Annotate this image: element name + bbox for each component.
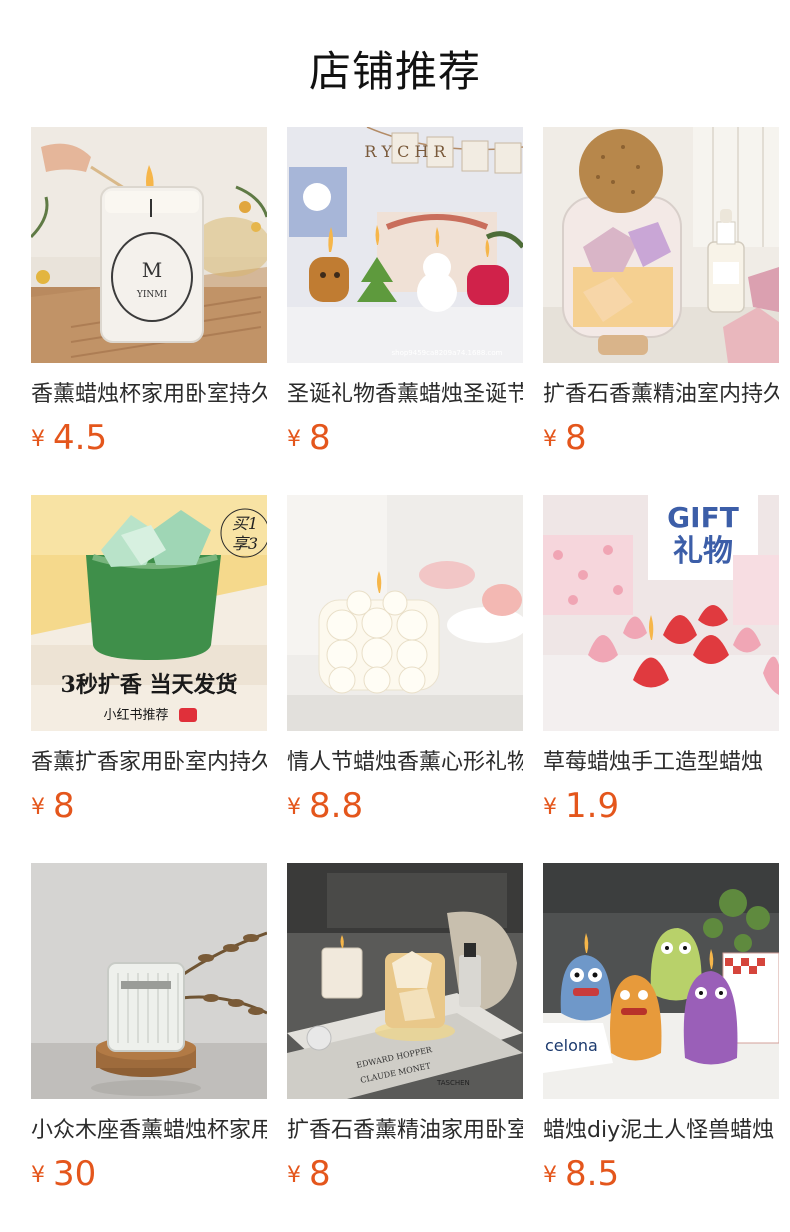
product-image[interactable] — [287, 495, 523, 731]
gift-cn-text: 礼物 — [673, 534, 733, 569]
image-headline: 3秒扩香 当天发货 — [61, 672, 238, 698]
store-recommendations-page: 店铺推荐 M YINMI 香薰蜡烛杯家用卧室持久 ¥ 4.5 R Y C H R… — [0, 0, 790, 1232]
product-image[interactable]: 买1 享3 3秒扩香 当天发货 小红书推荐 — [31, 495, 267, 731]
product-card[interactable]: 扩香石香薰精油室内持久 ¥8 — [543, 127, 779, 495]
price-value: 8.5 — [565, 1154, 620, 1194]
product-price: ¥8 — [31, 786, 267, 826]
product-name[interactable]: 小众木座香薰蜡烛杯家用 — [31, 1116, 267, 1146]
currency-symbol: ¥ — [287, 427, 301, 452]
price-value: 30 — [53, 1154, 97, 1194]
product-card[interactable]: 小众木座香薰蜡烛杯家用 ¥30 — [31, 863, 267, 1231]
price-value: 4.5 — [53, 418, 108, 458]
product-image[interactable] — [31, 863, 267, 1099]
product-name[interactable]: 扩香石香薰精油室内持久 — [543, 380, 779, 410]
currency-symbol: ¥ — [287, 1163, 301, 1188]
product-price: ¥8 — [287, 1154, 523, 1194]
product-card[interactable]: R Y C H R shop9459ca8209a74.1688.com 圣诞礼… — [287, 127, 523, 495]
product-name[interactable]: 草莓蜡烛手工造型蜡烛 — [543, 748, 779, 778]
product-name[interactable]: 香薰扩香家用卧室内持久 — [31, 748, 267, 778]
price-value: 1.9 — [565, 786, 620, 826]
currency-symbol: ¥ — [31, 427, 45, 452]
product-card[interactable]: 情人节蜡烛香薰心形礼物 ¥8.8 — [287, 495, 523, 863]
currency-symbol: ¥ — [287, 795, 301, 820]
price-value: 8 — [309, 1154, 331, 1194]
watermark-text: shop9459ca8209a74.1688.com — [392, 349, 503, 357]
product-price: ¥1.9 — [543, 786, 779, 826]
product-price: ¥30 — [31, 1154, 267, 1194]
product-price: ¥4.5 — [31, 418, 267, 458]
product-image[interactable] — [543, 127, 779, 363]
price-value: 8.8 — [309, 786, 364, 826]
product-card[interactable]: 买1 享3 3秒扩香 当天发货 小红书推荐 香薰扩香家用卧室内持久 ¥8 — [31, 495, 267, 863]
currency-symbol: ¥ — [543, 795, 557, 820]
price-value: 8 — [565, 418, 587, 458]
currency-symbol: ¥ — [543, 1163, 557, 1188]
price-value: 8 — [53, 786, 75, 826]
book-spine-text: celona — [545, 1036, 598, 1055]
product-price: ¥8.8 — [287, 786, 523, 826]
price-value: 8 — [309, 418, 331, 458]
currency-symbol: ¥ — [31, 1163, 45, 1188]
gift-text: GIFT — [667, 501, 739, 534]
product-name[interactable]: 情人节蜡烛香薰心形礼物 — [287, 748, 523, 778]
banner-text: R Y C H R — [364, 142, 446, 161]
book-title-3: TASCHEN — [436, 1079, 470, 1087]
product-name[interactable]: 扩香石香薰精油家用卧室 — [287, 1116, 523, 1146]
image-footer: 小红书推荐 — [103, 707, 168, 723]
currency-symbol: ¥ — [543, 427, 557, 452]
product-image[interactable]: M YINMI — [31, 127, 267, 363]
currency-symbol: ¥ — [31, 795, 45, 820]
product-image[interactable]: EDWARD HOPPER CLAUDE MONET TASCHEN — [287, 863, 523, 1099]
product-card[interactable]: GIFT 礼物 草莓蜡烛手工造型蜡烛 ¥ 1.9 — [543, 495, 779, 863]
product-image[interactable]: celona — [543, 863, 779, 1099]
badge-line2: 享3 — [232, 534, 258, 553]
badge-line1: 买1 — [232, 514, 258, 533]
product-price: ¥8.5 — [543, 1154, 779, 1194]
product-name[interactable]: 香薰蜡烛杯家用卧室持久 — [31, 380, 267, 410]
label-brand: YINMI — [136, 290, 168, 300]
product-price: ¥8 — [287, 418, 523, 458]
product-image[interactable]: GIFT 礼物 — [543, 495, 779, 731]
product-name[interactable]: 蜡烛diy泥土人怪兽蜡烛 — [543, 1116, 779, 1146]
product-card[interactable]: EDWARD HOPPER CLAUDE MONET TASCHEN 扩香石香薰… — [287, 863, 523, 1231]
product-card[interactable]: M YINMI 香薰蜡烛杯家用卧室持久 ¥4.5 — [31, 127, 267, 495]
product-name[interactable]: 圣诞礼物香薰蜡烛圣诞节 — [287, 380, 523, 410]
section-title: 店铺推荐 — [308, 47, 481, 96]
product-image[interactable]: R Y C H R shop9459ca8209a74.1688.com — [287, 127, 523, 363]
product-card[interactable]: celona 蜡烛diy泥土人怪兽蜡烛 ¥ 8.5 — [543, 863, 779, 1231]
label-logo: M — [142, 258, 162, 282]
product-grid: M YINMI 香薰蜡烛杯家用卧室持久 ¥4.5 R Y C H R shop9… — [31, 127, 790, 1231]
product-price: ¥8 — [543, 418, 779, 458]
